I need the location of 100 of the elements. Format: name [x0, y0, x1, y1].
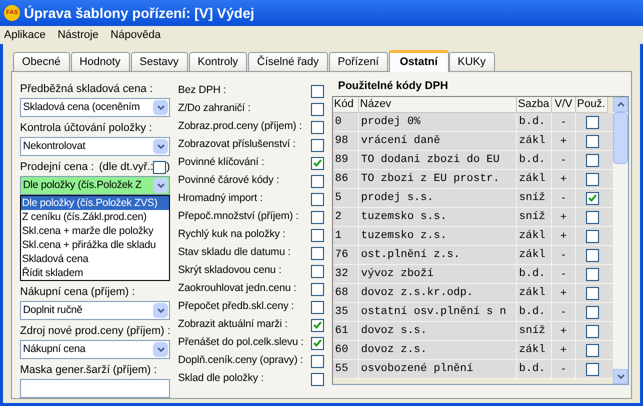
table-cell: vývoz zboží [359, 265, 517, 283]
checkbox[interactable] [311, 246, 324, 260]
column-header[interactable]: Použ. [576, 97, 608, 113]
checkbox[interactable] [311, 228, 324, 242]
dropdown[interactable]: Nekontrolovat [20, 137, 170, 156]
table-cell: prodej s.s. [359, 189, 517, 207]
checkbox[interactable] [586, 306, 598, 318]
field-label: Maska gener.šarží (příjem) : [20, 363, 157, 378]
checkbox[interactable] [586, 172, 598, 186]
checkbox[interactable] [311, 210, 324, 224]
checkbox[interactable] [586, 286, 598, 300]
checkbox[interactable] [311, 120, 324, 134]
dropdown[interactable]: Dle položky (čís.Položek Z [20, 176, 170, 195]
checkbox[interactable] [586, 154, 598, 166]
checkbox[interactable] [311, 264, 324, 278]
table-cell: 55 [333, 360, 359, 378]
tab[interactable]: Číselné řady [248, 52, 328, 71]
dropdown-option[interactable]: Z ceníku (čís.Zákl.prod.cen) [21, 210, 169, 224]
dropdown-option[interactable]: Dle položky (čís.Položek ZVS) [21, 196, 169, 210]
table-cell: sníž [517, 208, 552, 226]
column-header[interactable]: V/V [552, 97, 576, 113]
checkbox[interactable] [586, 230, 598, 242]
checkbox[interactable] [311, 84, 324, 98]
field-label: Kontrola účtování položky : [20, 121, 152, 136]
checkbox[interactable] [311, 192, 324, 206]
table-cell: 2 [333, 208, 359, 226]
table-cell: + [552, 170, 576, 188]
scrollbar[interactable] [613, 97, 628, 384]
dropdown-arrow-icon [153, 342, 168, 357]
menu-item[interactable]: Nástroje [58, 26, 99, 44]
field-label: Prodejní cena : [20, 160, 94, 176]
checkbox[interactable] [586, 192, 598, 204]
dropdown-option[interactable]: Skl.cena + marže dle položky [21, 224, 169, 238]
checkbox[interactable] [311, 318, 324, 332]
checkbox[interactable] [153, 161, 166, 174]
dropdown[interactable]: Doplnit ručně [20, 301, 170, 320]
checkbox[interactable] [586, 134, 598, 148]
input-field[interactable] [20, 379, 170, 398]
section-title: Použitelné kódy DPH [337, 79, 450, 94]
checkbox[interactable] [311, 372, 324, 386]
checkbox[interactable] [311, 174, 324, 188]
tab[interactable]: Pořízení [328, 52, 388, 71]
table-cell: + [552, 227, 576, 245]
checkbox[interactable] [586, 324, 598, 338]
table-cell: 32 [333, 265, 359, 283]
table-cell: 61 [333, 322, 359, 340]
scrollbar-thumb[interactable] [613, 112, 628, 164]
tab[interactable]: KUKy [448, 52, 495, 71]
checkbox[interactable] [311, 156, 324, 170]
checkbox[interactable] [311, 336, 324, 350]
checkbox[interactable] [311, 138, 324, 152]
field-label: Předběžná skladová cena : [20, 82, 153, 98]
option-label: Hromadný import : [178, 191, 263, 206]
table-cell: 76 [333, 246, 359, 264]
table-cell: ostatní osv.plnění s n [359, 303, 517, 321]
menu-item[interactable]: Nápověda [110, 26, 161, 44]
dropdown[interactable]: Skladová cena (oceněním [20, 98, 170, 117]
dropdown-arrow-icon [153, 100, 168, 115]
dropdown-option[interactable]: Skladová cena [21, 252, 169, 266]
checkbox[interactable] [586, 362, 598, 376]
table-cell: zákl [517, 284, 552, 302]
column-header[interactable]: Sazba [517, 97, 552, 113]
checkbox[interactable] [311, 300, 324, 314]
option-label: Povinné klíčování : [178, 155, 264, 170]
option-label: Doplň.ceník.ceny (opravy) : [178, 353, 304, 368]
dropdown[interactable]: Nákupní cena [20, 340, 170, 359]
table-cell: 5 [333, 189, 359, 207]
table-cell: zákl [517, 132, 552, 150]
checkbox[interactable] [311, 354, 324, 368]
table-cell: zákl [517, 227, 552, 245]
option-label: Přepočet předb.skl.ceny : [178, 299, 294, 314]
checkbox[interactable] [311, 282, 324, 296]
dropdown-option[interactable]: Skl.cena + přirážka dle skladu [21, 238, 169, 252]
scroll-up-button[interactable] [613, 97, 628, 112]
checkbox[interactable] [586, 344, 598, 356]
dropdown-option[interactable]: Řídit skladem [21, 266, 169, 280]
tab[interactable]: Sestavy [130, 52, 188, 71]
tab[interactable]: Ostatní [388, 50, 449, 72]
table-cell: sníž [517, 189, 552, 207]
option-label: Stav skladu dle datumu : [178, 245, 291, 260]
tab[interactable]: Obecné [13, 52, 70, 71]
table-cell: - [552, 113, 576, 131]
table-cell: 35 [333, 303, 359, 321]
table-cell: b.d. [517, 303, 552, 321]
checkbox[interactable] [586, 116, 598, 128]
tab[interactable]: Kontroly [188, 52, 248, 71]
table-cell: - [552, 265, 576, 283]
option-label: Rychlý kuk na položky : [178, 227, 286, 242]
menu-item[interactable]: Aplikace [4, 26, 46, 44]
checkbox[interactable] [586, 248, 598, 262]
column-header[interactable]: Název [359, 97, 517, 113]
checkbox[interactable] [586, 210, 598, 224]
column-header[interactable]: Kód [333, 97, 359, 113]
checkbox[interactable] [311, 102, 324, 116]
option-label: Zobrazovat příslušenství : [178, 137, 296, 152]
tab[interactable]: Hodnoty [70, 52, 130, 71]
checkbox[interactable] [586, 268, 598, 280]
table-cell: - [552, 303, 576, 321]
scroll-down-button[interactable] [613, 369, 628, 384]
window-title: Úprava šablony pořízení: [V] Výdej [24, 4, 254, 23]
